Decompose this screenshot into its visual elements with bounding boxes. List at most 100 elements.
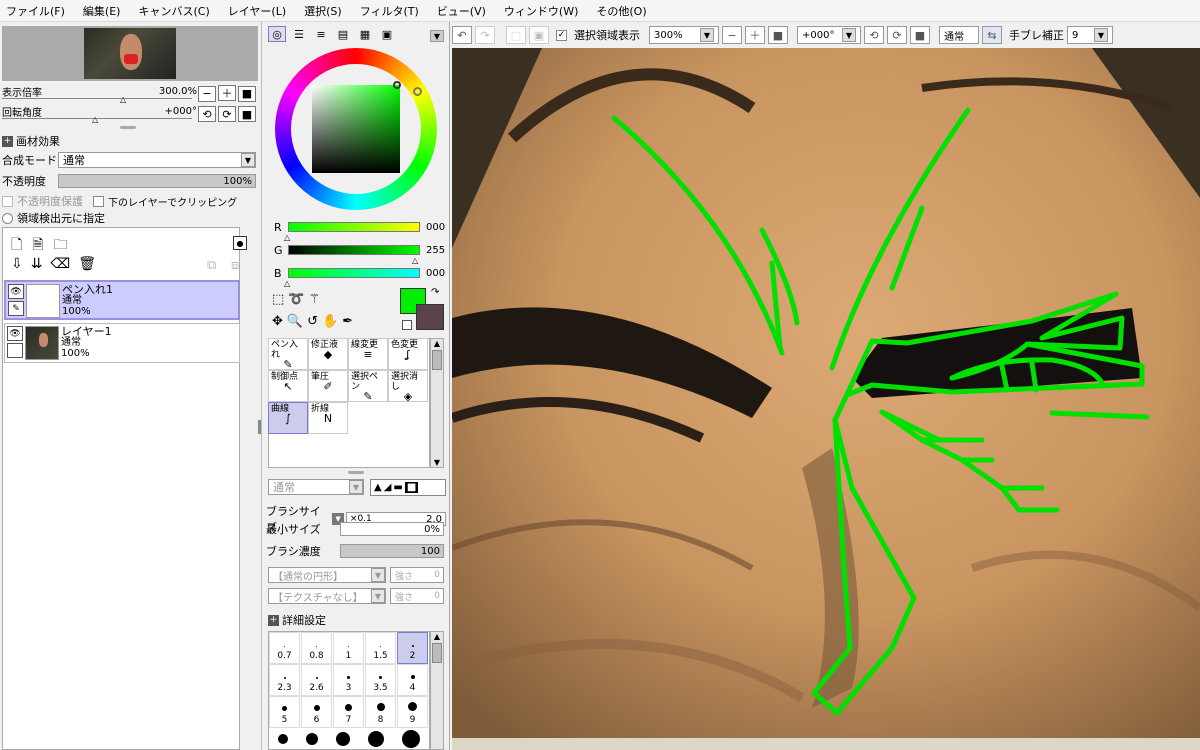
tool-pen[interactable]: ペン入れ ✎: [268, 338, 308, 370]
selection-visible-toggle[interactable]: ▣: [529, 26, 549, 44]
size-preset[interactable]: 9: [397, 696, 428, 728]
scratch-pad-tab[interactable]: ▣: [378, 26, 396, 42]
size-preset[interactable]: 4: [397, 664, 428, 696]
texture-select[interactable]: 【テクスチャなし】 ▼: [268, 588, 386, 604]
layer-row[interactable]: 👁 ✎ ペン入れ1 通常 100%: [4, 280, 240, 320]
drawing-canvas[interactable]: [452, 48, 1200, 750]
nav-zoom-reset-button[interactable]: ■: [238, 85, 256, 102]
zoom-slider[interactable]: [2, 98, 192, 99]
menu-other[interactable]: その他(O): [596, 3, 646, 19]
menu-select[interactable]: 選択(S): [304, 3, 342, 19]
r-handle[interactable]: △: [284, 234, 450, 242]
zoom-slider-handle[interactable]: △: [120, 95, 126, 104]
color-picker-handle[interactable]: [393, 81, 401, 89]
clear-layer-icon[interactable]: ⌫: [50, 256, 70, 272]
rotation-select[interactable]: +000° ▼: [797, 26, 861, 44]
rotate-tool-icon[interactable]: ↺: [307, 314, 318, 329]
texture-strength[interactable]: 強さ 0: [390, 588, 444, 604]
swap-colors-icon[interactable]: ↷: [431, 287, 439, 298]
edge-hard-icon[interactable]: ▲: [374, 482, 382, 493]
tool-splitter[interactable]: [348, 471, 364, 474]
brush-edge-selector[interactable]: ▲ ◢ ▬ ■: [370, 479, 446, 496]
r-slider[interactable]: [288, 222, 420, 232]
expand-icon[interactable]: +: [2, 135, 13, 147]
opacity-slider[interactable]: 100%: [58, 174, 256, 188]
detection-source-radio[interactable]: [2, 212, 13, 224]
color-wheel-tab[interactable]: ◎: [268, 26, 286, 42]
scroll-up-icon[interactable]: ▲: [431, 339, 443, 348]
move-icon[interactable]: ✥: [272, 314, 283, 329]
view-mode-select[interactable]: 通常: [939, 26, 979, 44]
edge-soft-icon[interactable]: ▬: [393, 482, 402, 493]
panel-splitter[interactable]: [120, 126, 136, 129]
saturation-value-square[interactable]: [312, 85, 400, 173]
color-wheel[interactable]: [275, 48, 437, 210]
size-preset[interactable]: 7: [333, 696, 364, 728]
angle-slider-handle[interactable]: △: [92, 115, 98, 124]
transparent-color-icon[interactable]: [402, 320, 412, 330]
b-slider[interactable]: [288, 268, 420, 278]
eye-icon[interactable]: 👁: [8, 284, 24, 299]
menu-window[interactable]: ウィンドウ(W): [504, 3, 578, 19]
rgb-slider-tab[interactable]: ☰: [290, 26, 308, 42]
b-handle[interactable]: △: [284, 280, 450, 288]
new-layer-icon[interactable]: 🗋: [11, 234, 22, 258]
menu-filter[interactable]: フィルタ(T): [360, 3, 419, 19]
new-pen-layer-icon[interactable]: 🗎: [32, 234, 43, 258]
panel-resize-grip[interactable]: [258, 420, 261, 434]
expand-icon[interactable]: +: [268, 614, 279, 626]
g-slider[interactable]: [288, 245, 420, 255]
merge-down-icon[interactable]: ⇊: [31, 256, 43, 272]
swatch-tab[interactable]: ▤: [334, 26, 352, 42]
opacity-protect-checkbox[interactable]: [2, 195, 13, 207]
tool-control-point[interactable]: 制御点 ↖: [268, 370, 308, 402]
edit-box-icon[interactable]: [7, 343, 23, 358]
tool-polyline[interactable]: 折線 N: [308, 402, 348, 434]
zoom-select[interactable]: 300% ▼: [649, 26, 719, 44]
navigator-preview[interactable]: [2, 26, 258, 81]
scroll-up-icon[interactable]: ▲: [431, 632, 443, 641]
tool-curve[interactable]: 曲線 ∫: [268, 402, 308, 434]
rotate-left-button[interactable]: ⟲: [864, 26, 884, 44]
stabilizer-select[interactable]: 9 ▼: [1067, 26, 1113, 44]
scroll-down-icon[interactable]: ▼: [431, 458, 443, 467]
size-preset[interactable]: 5: [269, 696, 300, 728]
brush-shape-strength[interactable]: 強さ 0: [390, 567, 444, 583]
transfer-down-icon[interactable]: ⇩: [11, 256, 23, 272]
tool-line-change[interactable]: 線変更 ≡: [348, 338, 388, 370]
nav-rotate-left-button[interactable]: ⟲: [198, 106, 216, 122]
hue-handle[interactable]: [413, 87, 422, 96]
nav-rotate-reset-button[interactable]: ■: [238, 106, 256, 122]
zoom-tool-icon[interactable]: 🔍: [287, 314, 303, 329]
edge-flat-icon[interactable]: ■: [404, 482, 419, 493]
undo-button[interactable]: ↶: [452, 26, 472, 44]
size-preset[interactable]: 3.5: [365, 664, 396, 696]
new-folder-icon[interactable]: 🗀: [54, 234, 68, 258]
menu-file[interactable]: ファイル(F): [6, 3, 65, 19]
nav-rotate-right-button[interactable]: ⟳: [218, 106, 236, 122]
menu-layer[interactable]: レイヤー(L): [228, 3, 286, 19]
layer-row[interactable]: 👁 レイヤー1 通常 100%: [4, 323, 240, 363]
rect-select-icon[interactable]: ⬚: [272, 292, 284, 307]
tool-select-pen[interactable]: 選択ペン ✎: [348, 370, 388, 402]
size-preset[interactable]: 1.5: [365, 632, 396, 664]
size-preset[interactable]: 2.6: [301, 664, 332, 696]
zoom-in-button[interactable]: ＋: [745, 26, 765, 44]
brush-blend-select[interactable]: 通常 ▼: [268, 479, 364, 495]
zoom-reset-button[interactable]: ■: [768, 26, 788, 44]
g-handle[interactable]: △: [412, 257, 450, 265]
layer-mask-icon[interactable]: ●: [233, 236, 247, 250]
zoom-out-button[interactable]: −: [722, 26, 742, 44]
size-preset[interactable]: 2: [397, 632, 428, 664]
size-preset[interactable]: 2.3: [269, 664, 300, 696]
hsv-slider-tab[interactable]: ≡: [312, 26, 330, 42]
delete-layer-icon[interactable]: 🗑: [78, 256, 96, 272]
rotate-reset-button[interactable]: ■: [910, 26, 930, 44]
rotate-right-button[interactable]: ⟳: [887, 26, 907, 44]
pen-icon[interactable]: ✎: [8, 301, 24, 316]
tool-grid-scrollbar[interactable]: ▲ ▼: [430, 338, 444, 468]
tool-correction[interactable]: 修正液 ◆: [308, 338, 348, 370]
clipping-checkbox[interactable]: [93, 195, 104, 207]
tool-color-change[interactable]: 色変更 ʆ: [388, 338, 428, 370]
eyedropper-icon[interactable]: ✒: [342, 314, 353, 329]
